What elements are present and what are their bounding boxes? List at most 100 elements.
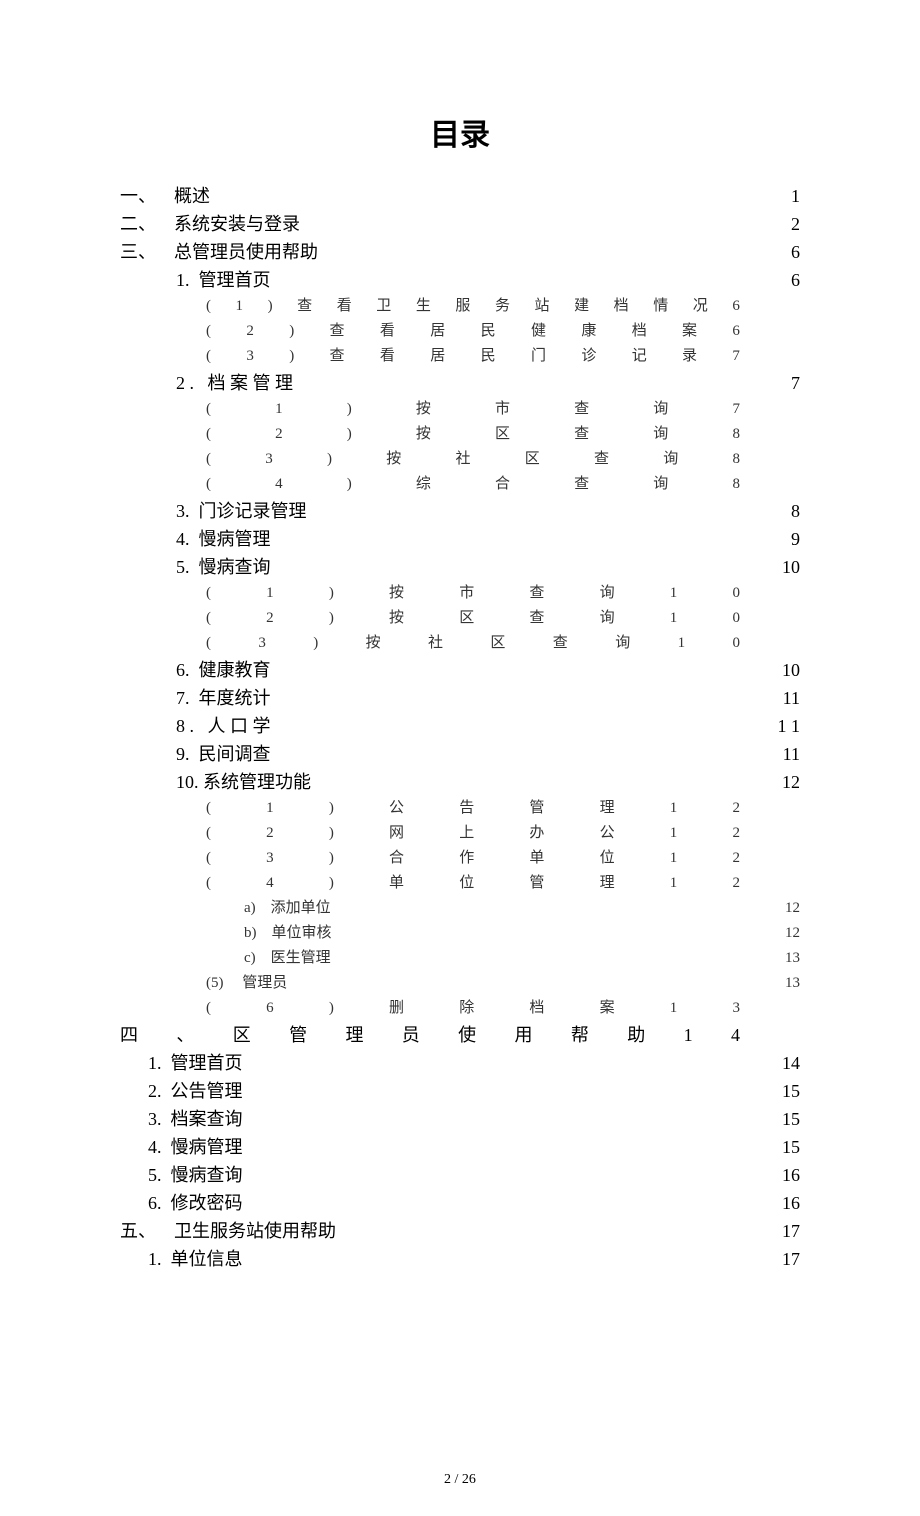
toc-page-number: 11 [764, 684, 800, 712]
toc-text: (3)合作单位12 [206, 846, 740, 871]
toc-text: (1)查看卫生服务站建档情况6 [206, 294, 740, 319]
page-title: 目录 [120, 110, 800, 154]
toc-entry: a) 添加单位 12 [244, 896, 800, 921]
toc-text: c) 医生管理 [244, 946, 331, 971]
toc-entry: 8 . 人 口 学1 1 [176, 712, 800, 740]
toc-text: (2)网上办公12 [206, 821, 740, 846]
toc-text: (1)按市查询10 [206, 581, 740, 606]
toc-entry: 1. 管理首页 14 [148, 1049, 800, 1077]
toc-page-number: 12 [764, 768, 800, 796]
toc-page-number: 11 [764, 740, 800, 768]
toc-entry: (1)查看卫生服务站建档情况6 [206, 294, 800, 319]
toc-text: (5) 管理员 [206, 971, 287, 996]
toc-entry: 2 . 档 案 管 理 7 [176, 369, 800, 397]
toc-text: b) 单位审核 [244, 921, 332, 946]
toc-entry: 5. 慢病查询 16 [148, 1161, 800, 1189]
toc-page-number: 10 [764, 656, 800, 684]
toc-text: 6. 健康教育 [176, 656, 271, 684]
toc-text: (3)按社区查询10 [206, 631, 740, 656]
toc-page-number: 13 [764, 971, 800, 996]
toc-text: 10. 系统管理功能 [176, 768, 311, 796]
toc-entry: (2)查看居民健康档案6 [206, 319, 800, 344]
toc-entry: 四、区管理员使用帮助14 [120, 1021, 800, 1049]
toc-text: (2)按区查询8 [206, 422, 740, 447]
toc-text: 5. 慢病查询 [148, 1161, 243, 1189]
toc-entry: c) 医生管理13 [244, 946, 800, 971]
toc-text: (2)按区查询10 [206, 606, 740, 631]
toc-text: 6. 修改密码 [148, 1189, 243, 1217]
toc-text: 7. 年度统计 [176, 684, 271, 712]
toc-entry: 10. 系统管理功能 12 [176, 768, 800, 796]
toc-entry: 6. 健康教育 10 [176, 656, 800, 684]
toc-entry: 3. 门诊记录管理 8 [176, 497, 800, 525]
toc-entry: (4)综合查询8 [206, 472, 800, 497]
toc-entry: 7. 年度统计 11 [176, 684, 800, 712]
toc-page-number: 17 [764, 1245, 800, 1273]
toc-text: (4)综合查询8 [206, 472, 740, 497]
toc-text: (4)单位管理12 [206, 871, 740, 896]
toc-entry: 二、 系统安装与登录2 [120, 210, 800, 238]
toc-text: 3. 门诊记录管理 [176, 497, 307, 525]
toc-page-number: 8 [764, 497, 800, 525]
toc-entry: 4. 慢病管理 9 [176, 525, 800, 553]
toc-page-number: 16 [764, 1161, 800, 1189]
toc-text: 9. 民间调查 [176, 740, 271, 768]
toc-text: 3. 档案查询 [148, 1105, 243, 1133]
toc-text: 2. 公告管理 [148, 1077, 243, 1105]
toc-text: 1. 管理首页 [176, 266, 271, 294]
toc-text: 三、 总管理员使用帮助 [120, 238, 318, 266]
toc-text: (1)公告管理12 [206, 796, 740, 821]
toc-entry: (6)删除档案13 [206, 996, 800, 1021]
toc-text: (2)查看居民健康档案6 [206, 319, 740, 344]
toc-text: (3)查看居民门诊记录7 [206, 344, 740, 369]
toc-page-number: 15 [764, 1077, 800, 1105]
toc-page-number: 6 [764, 238, 800, 266]
document-page: 目录 一、 概述 1二、 系统安装与登录2三、 总管理员使用帮助 6 1. 管理首页 6… [0, 0, 920, 1516]
toc-entry: (1)按市查询7 [206, 397, 800, 422]
toc-entry: 2. 公告管理 15 [148, 1077, 800, 1105]
toc-page-number: 16 [764, 1189, 800, 1217]
toc-entry: (2)按区查询8 [206, 422, 800, 447]
toc-page-number: 15 [764, 1133, 800, 1161]
toc-page-number: 9 [764, 525, 800, 553]
toc-text: 五、 卫生服务站使用帮助 [120, 1217, 336, 1245]
toc-entry: 4. 慢病管理 15 [148, 1133, 800, 1161]
toc-entry: b) 单位审核 12 [244, 921, 800, 946]
toc-entry: 5. 慢病查询 10 [176, 553, 800, 581]
toc-entry: (4)单位管理12 [206, 871, 800, 896]
toc-text: 2 . 档 案 管 理 [176, 369, 293, 397]
toc-text: (6)删除档案13 [206, 996, 740, 1021]
toc-entry: 五、 卫生服务站使用帮助 17 [120, 1217, 800, 1245]
toc-entry: (2)按区查询10 [206, 606, 800, 631]
toc-page-number: 10 [764, 553, 800, 581]
toc-page-number: 12 [764, 896, 800, 921]
toc-text: 4. 慢病管理 [148, 1133, 243, 1161]
toc-page-number: 17 [764, 1217, 800, 1245]
toc-entry: (5) 管理员 13 [206, 971, 800, 996]
toc-text: 1. 管理首页 [148, 1049, 243, 1077]
toc-entry: (3)按社区查询10 [206, 631, 800, 656]
toc-entry: (1)公告管理12 [206, 796, 800, 821]
toc-page-number: 15 [764, 1105, 800, 1133]
toc-text: 5. 慢病查询 [176, 553, 271, 581]
toc-text: 4. 慢病管理 [176, 525, 271, 553]
toc-page-number: 7 [764, 369, 800, 397]
toc-page-number: 1 1 [764, 712, 800, 740]
toc-page-number: 1 [764, 182, 800, 210]
toc-page-number: 14 [764, 1049, 800, 1077]
toc-entry: (3)合作单位12 [206, 846, 800, 871]
page-footer: 2 / 26 [0, 1472, 920, 1488]
toc-text: (1)按市查询7 [206, 397, 740, 422]
toc-text: 1. 单位信息 [148, 1245, 243, 1273]
toc-entry: (3)查看居民门诊记录7 [206, 344, 800, 369]
toc-entry: 9. 民间调查 11 [176, 740, 800, 768]
toc-entry: 三、 总管理员使用帮助 6 [120, 238, 800, 266]
toc-entry: 3. 档案查询 15 [148, 1105, 800, 1133]
toc-text: (3)按社区查询8 [206, 447, 740, 472]
toc-entry: (2)网上办公12 [206, 821, 800, 846]
toc-text: 一、 概述 [120, 182, 210, 210]
toc-page-number: 12 [764, 921, 800, 946]
toc-page-number: 2 [764, 210, 800, 238]
toc-entry: 6. 修改密码 16 [148, 1189, 800, 1217]
toc-text: a) 添加单位 [244, 896, 331, 921]
